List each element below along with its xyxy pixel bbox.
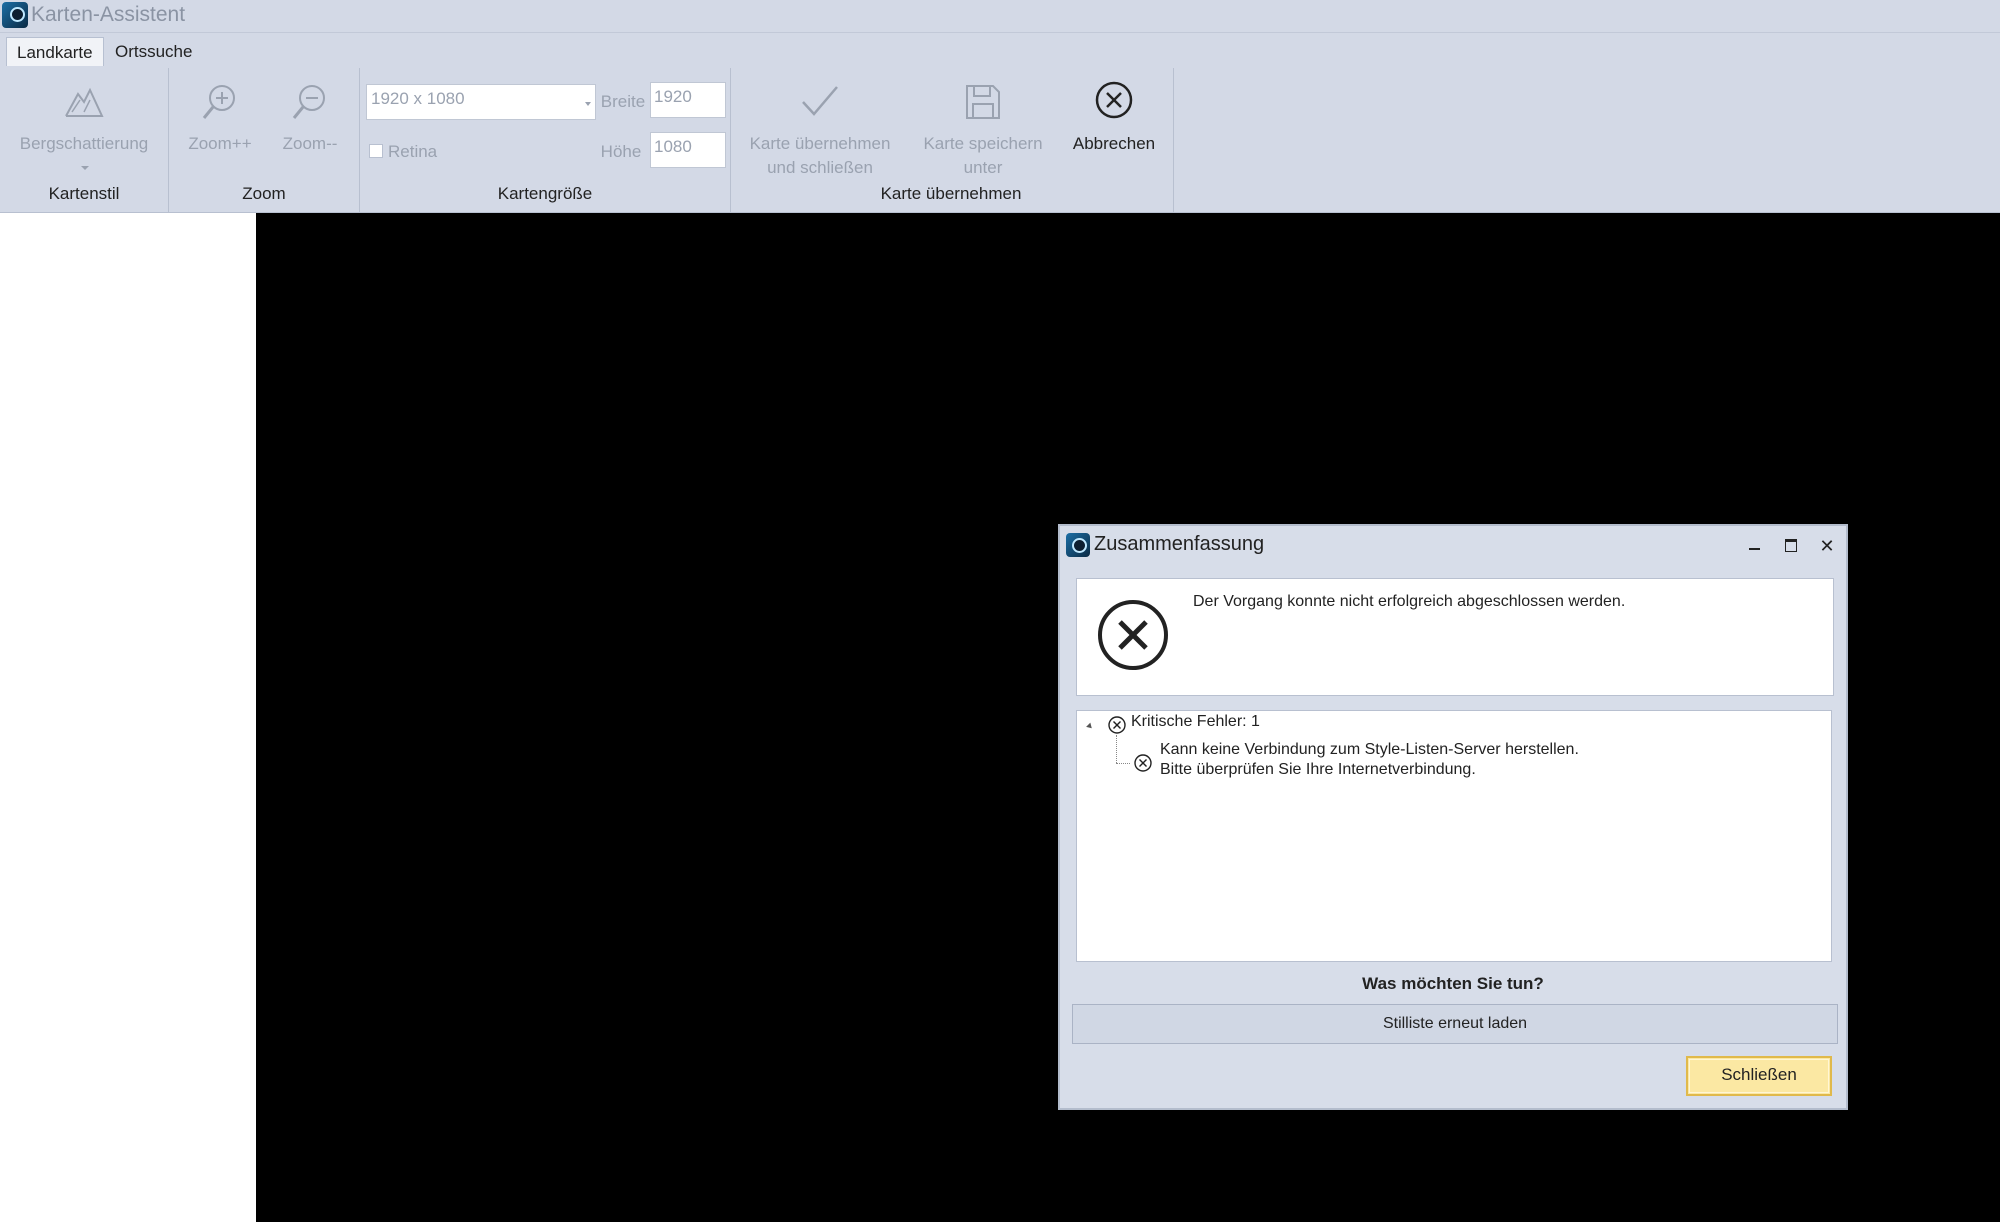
tree-expander-icon[interactable]: [1086, 722, 1094, 731]
tree-child-line2: Bitte überprüfen Sie Ihre Internetverbin…: [1160, 761, 1476, 778]
maximize-button[interactable]: [1778, 534, 1804, 558]
group-separator: [1173, 68, 1174, 212]
app-logo-icon: [2, 2, 28, 28]
tree-child-line1[interactable]: Kann keine Verbindung zum Style-Listen-S…: [1160, 741, 1579, 759]
error-tree: Kritische Fehler: 1 Kann keine Verbindun…: [1076, 710, 1832, 962]
ribbon-tabstrip: [0, 33, 2000, 66]
save-map-as-button[interactable]: Karte speichern unter: [910, 70, 1056, 182]
app-titlebar: [0, 0, 2000, 33]
retina-label: Retina: [388, 142, 438, 161]
close-icon: ✕: [1819, 536, 1835, 556]
group-label-uebernehmen: Karte übernehmen: [880, 184, 1022, 203]
dialog-app-icon: [1066, 533, 1090, 557]
summary-dialog: Zusammenfassung ✕ Der Vorgang konnte nic…: [1058, 524, 1848, 1110]
tree-connector: [1116, 735, 1117, 763]
zoom-in-label: Zoom++: [188, 134, 252, 153]
error-small-icon: [1108, 716, 1126, 734]
tab-landkarte[interactable]: Landkarte: [6, 37, 104, 67]
save-icon: [966, 85, 1000, 119]
reload-style-list-button[interactable]: Stilliste erneut laden: [1072, 1004, 1838, 1044]
zoom-in-button[interactable]: Zoom++: [176, 70, 264, 170]
close-circle-icon: [1095, 81, 1133, 119]
app-title: Karten-Assistent: [31, 3, 186, 26]
side-panel: [0, 213, 256, 1222]
retina-checkbox[interactable]: [369, 144, 383, 158]
tree-connector: [1116, 763, 1130, 764]
cancel-label: Abbrechen: [1072, 134, 1156, 153]
cancel-button[interactable]: Abbrechen: [1064, 70, 1164, 170]
close-dialog-button[interactable]: Schließen: [1686, 1056, 1832, 1096]
message-panel: Der Vorgang konnte nicht erfolgreich abg…: [1076, 578, 1834, 696]
zoom-out-icon: [292, 85, 325, 119]
maximize-icon: [1785, 539, 1797, 552]
question-label: Was möchten Sie tun?: [1362, 974, 1544, 993]
mountain-icon: [65, 87, 104, 117]
save-as-label-line2: unter: [963, 158, 1003, 177]
error-icon: [1098, 600, 1168, 670]
minimize-button[interactable]: [1742, 534, 1768, 558]
zoom-out-label: Zoom--: [282, 134, 338, 153]
map-size-combobox[interactable]: 1920 x 1080: [366, 84, 596, 120]
tree-root-label[interactable]: Kritische Fehler: 1: [1131, 713, 1260, 731]
chevron-down-icon: [585, 102, 591, 106]
width-label: Breite: [600, 92, 646, 111]
error-small-icon: [1134, 754, 1152, 772]
apply-close-label-line2: und schließen: [767, 158, 873, 177]
tab-ortssuche[interactable]: Ortssuche: [105, 37, 202, 66]
hillshade-label: Bergschattierung: [19, 134, 149, 153]
hillshade-button[interactable]: Bergschattierung: [4, 70, 164, 182]
checkmark-icon: [802, 86, 838, 116]
apply-close-label-line1: Karte übernehmen: [749, 134, 891, 153]
height-input[interactable]: 1080: [650, 132, 726, 168]
chevron-down-icon: [81, 166, 89, 170]
height-label: Höhe: [600, 142, 642, 161]
dialog-title: Zusammenfassung: [1094, 533, 1265, 555]
width-input[interactable]: 1920: [650, 82, 726, 118]
save-as-label-line1: Karte speichern: [923, 134, 1043, 153]
group-label-zoom: Zoom: [242, 184, 286, 203]
error-message: Der Vorgang konnte nicht erfolgreich abg…: [1193, 593, 1626, 610]
apply-and-close-button[interactable]: Karte übernehmen und schließen: [738, 70, 902, 182]
zoom-in-icon: [202, 85, 235, 119]
minimize-icon: [1749, 548, 1760, 550]
group-label-kartengroesse: Kartengröße: [497, 184, 593, 203]
zoom-out-button[interactable]: Zoom--: [270, 70, 350, 170]
group-label-kartenstil: Kartenstil: [48, 184, 120, 203]
close-window-button[interactable]: ✕: [1814, 534, 1840, 558]
map-size-value: 1920 x 1080: [371, 89, 465, 108]
